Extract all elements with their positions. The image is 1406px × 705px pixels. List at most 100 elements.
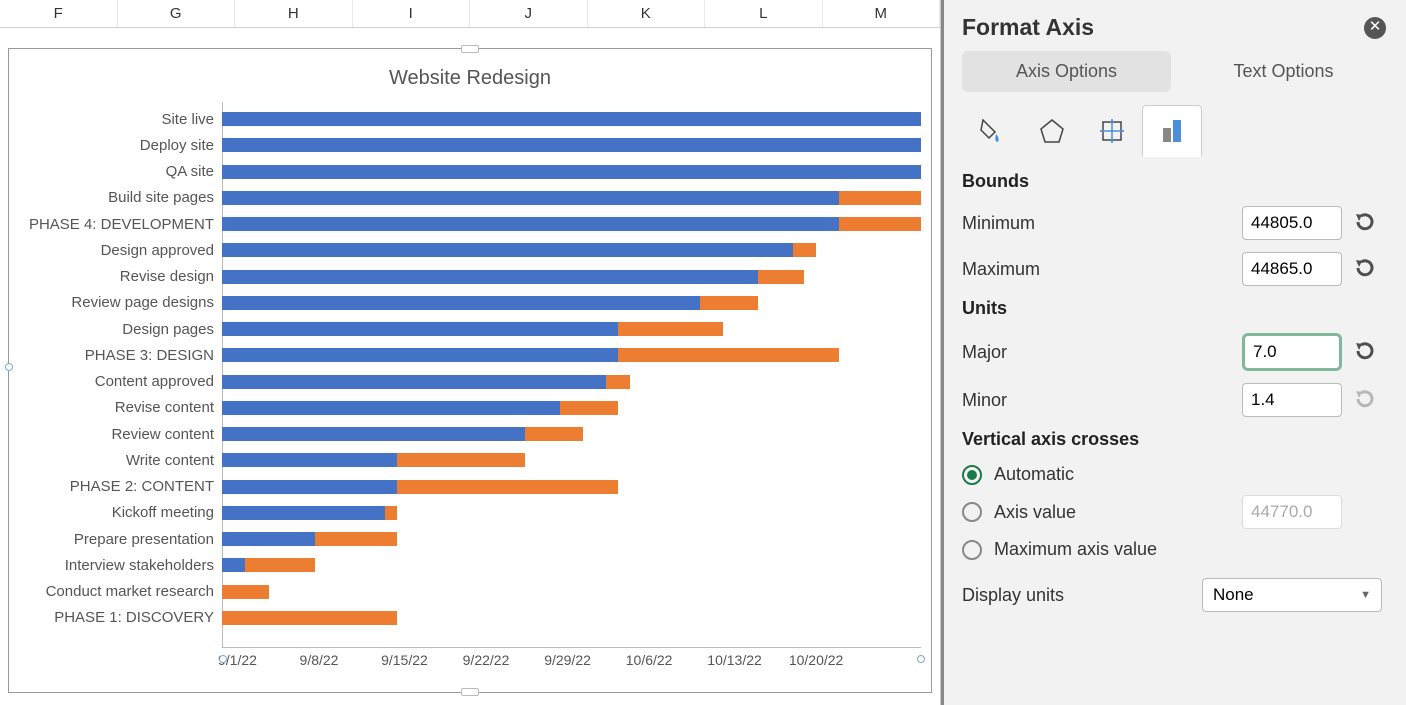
chart-title[interactable]: Website Redesign — [9, 67, 931, 90]
bar-series-2[interactable] — [618, 348, 839, 362]
bar-series-2[interactable] — [525, 427, 583, 441]
chart-row: Content approved — [222, 369, 921, 395]
format-axis-panel: Format Axis ✕ Axis Options Text Options … — [941, 0, 1406, 705]
x-axis[interactable]: 9/1/229/8/229/15/229/22/229/29/2210/6/22… — [222, 647, 921, 667]
category-label: Conduct market research — [17, 583, 222, 600]
bar-series-1[interactable] — [222, 165, 921, 179]
bar-series-1[interactable] — [222, 348, 618, 362]
bar-series-2[interactable] — [839, 217, 921, 231]
category-label: Content approved — [17, 373, 222, 390]
close-icon[interactable]: ✕ — [1364, 17, 1386, 39]
bar-series-1[interactable] — [222, 270, 758, 284]
chart-row: Design approved — [222, 237, 921, 263]
bar-series-2[interactable] — [397, 480, 618, 494]
bar-series-1[interactable] — [222, 296, 700, 310]
major-input[interactable] — [1242, 333, 1342, 371]
x-tick-label: 10/20/22 — [789, 652, 844, 668]
bar-series-1[interactable] — [222, 453, 397, 467]
bar-series-2[interactable] — [245, 558, 315, 572]
radio-automatic[interactable]: Automatic — [962, 464, 1382, 485]
column-header[interactable]: M — [823, 0, 941, 27]
reset-minor-button[interactable] — [1352, 388, 1382, 412]
axis-handle-start[interactable] — [219, 655, 227, 663]
bar-series-2[interactable] — [222, 585, 269, 599]
minor-input[interactable] — [1242, 383, 1342, 417]
resize-handle-top[interactable] — [461, 45, 479, 53]
column-header[interactable]: F — [0, 0, 118, 27]
fill-line-icon[interactable] — [962, 105, 1022, 157]
x-tick-label: 10/13/22 — [707, 652, 762, 668]
bar-series-2[interactable] — [758, 270, 805, 284]
category-label: PHASE 4: DEVELOPMENT — [17, 216, 222, 233]
tab-text-options[interactable]: Text Options — [1179, 51, 1388, 92]
bounds-title: Bounds — [962, 171, 1382, 192]
chevron-down-icon: ▼ — [1360, 589, 1371, 601]
x-tick-label: 9/15/22 — [381, 652, 428, 668]
maximum-input[interactable] — [1242, 252, 1342, 286]
bar-series-1[interactable] — [222, 322, 618, 336]
x-tick-label: 9/29/22 — [544, 652, 591, 668]
column-header[interactable]: J — [470, 0, 588, 27]
maximum-label: Maximum — [962, 259, 1232, 280]
effects-icon[interactable] — [1022, 105, 1082, 157]
category-label: Interview stakeholders — [17, 557, 222, 574]
chart-row: Write content — [222, 447, 921, 473]
bar-series-2[interactable] — [793, 243, 816, 257]
bar-series-2[interactable] — [397, 453, 525, 467]
reset-major-button[interactable] — [1352, 340, 1382, 364]
reset-minimum-button[interactable] — [1352, 211, 1382, 235]
bar-series-1[interactable] — [222, 506, 385, 520]
bar-series-1[interactable] — [222, 217, 839, 231]
bar-series-2[interactable] — [700, 296, 758, 310]
category-label: Design pages — [17, 321, 222, 338]
bar-series-1[interactable] — [222, 112, 921, 126]
chart-row: PHASE 3: DESIGN — [222, 342, 921, 368]
minimum-input[interactable] — [1242, 206, 1342, 240]
category-label: Revise design — [17, 268, 222, 285]
chart-area[interactable]: Website Redesign Site liveDeploy siteQA … — [8, 48, 932, 693]
bar-series-1[interactable] — [222, 375, 606, 389]
category-label: Prepare presentation — [17, 531, 222, 548]
bar-series-1[interactable] — [222, 532, 315, 546]
bar-series-2[interactable] — [222, 611, 397, 625]
axis-handle-end[interactable] — [917, 655, 925, 663]
column-header[interactable]: L — [705, 0, 823, 27]
plot-area[interactable]: Site liveDeploy siteQA siteBuild site pa… — [222, 102, 921, 647]
bar-series-2[interactable] — [315, 532, 397, 546]
reset-maximum-button[interactable] — [1352, 257, 1382, 281]
chart-row: Interview stakeholders — [222, 552, 921, 578]
bar-series-1[interactable] — [222, 401, 560, 415]
category-label: PHASE 2: CONTENT — [17, 478, 222, 495]
size-properties-icon[interactable] — [1082, 105, 1142, 157]
radio-max-axis-value[interactable]: Maximum axis value — [962, 539, 1382, 560]
bar-series-1[interactable] — [222, 480, 397, 494]
chart-row: Revise design — [222, 264, 921, 290]
column-header[interactable]: G — [118, 0, 236, 27]
bar-series-1[interactable] — [222, 243, 793, 257]
bar-series-2[interactable] — [618, 322, 723, 336]
column-header[interactable]: I — [353, 0, 471, 27]
tab-axis-options[interactable]: Axis Options — [962, 51, 1171, 92]
column-header[interactable]: K — [588, 0, 706, 27]
bar-series-2[interactable] — [560, 401, 618, 415]
axis-options-icon[interactable] — [1142, 105, 1202, 157]
column-header[interactable]: H — [235, 0, 353, 27]
radio-axis-value[interactable]: Axis value — [962, 502, 1232, 523]
major-label: Major — [962, 342, 1232, 363]
category-label: Site live — [17, 111, 222, 128]
axis-value-input[interactable] — [1242, 495, 1342, 529]
chart-row: Review content — [222, 421, 921, 447]
bar-series-2[interactable] — [385, 506, 397, 520]
bar-series-2[interactable] — [606, 375, 629, 389]
bar-series-1[interactable] — [222, 427, 525, 441]
bar-series-1[interactable] — [222, 191, 839, 205]
bar-series-2[interactable] — [839, 191, 921, 205]
chart-row: Revise content — [222, 395, 921, 421]
bar-series-1[interactable] — [222, 138, 921, 152]
category-label: PHASE 1: DISCOVERY — [17, 609, 222, 626]
display-units-select[interactable]: None▼ — [1202, 578, 1382, 612]
resize-handle-left[interactable] — [5, 363, 13, 371]
radio-axis-value-dot — [962, 502, 982, 522]
bar-series-1[interactable] — [222, 558, 245, 572]
resize-handle-bottom[interactable] — [461, 688, 479, 696]
